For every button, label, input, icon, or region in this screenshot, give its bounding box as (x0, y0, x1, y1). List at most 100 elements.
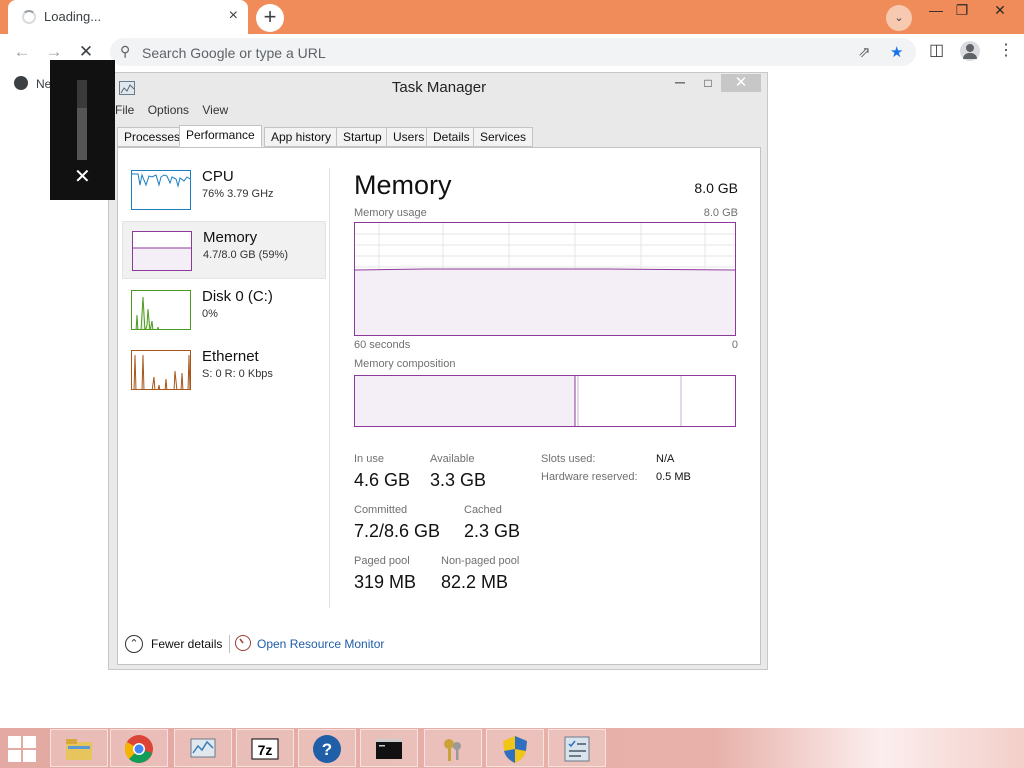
minimize-button[interactable]: ─ (669, 75, 691, 91)
resource-name: Ethernet (202, 348, 259, 365)
menu-options[interactable]: Options (148, 103, 189, 117)
taskbar-command-prompt[interactable] (360, 729, 418, 767)
cpu-mini-graph (131, 170, 191, 210)
omnibox-placeholder[interactable]: Search Google or type a URL (142, 45, 326, 61)
in-use-value: 4.6 GB (354, 470, 411, 490)
graph-time-span: 60 seconds (354, 339, 411, 351)
tab-performance[interactable]: Performance (179, 125, 262, 147)
taskbar-security[interactable] (486, 729, 544, 767)
committed-label: Committed (354, 504, 408, 516)
avatar-head (966, 44, 974, 52)
window-restore-button[interactable]: ❐ (948, 0, 976, 22)
available-label: Available (430, 453, 475, 465)
tab-search-button[interactable]: ⌄ (886, 5, 912, 31)
new-tab-button[interactable]: + (256, 4, 284, 32)
taskbar-7zip[interactable]: 7z (236, 729, 294, 767)
browser-toolbar: ← → ✕ ⚲ Search Google or type a URL ⇗ ★ (0, 34, 1024, 70)
taskbar-chrome[interactable] (110, 729, 168, 767)
disk-sparkline (135, 296, 160, 329)
resource-item-ethernet[interactable]: Ethernet S: 0 R: 0 Kbps (122, 341, 326, 399)
taskbar-help[interactable]: ? (298, 729, 356, 767)
menu-file[interactable]: File (115, 103, 134, 117)
footer-divider (229, 635, 230, 653)
browser-tab-strip: Loading... × + ⌄ — ❐ ✕ (0, 0, 1024, 34)
chevron-up-icon[interactable]: ⌃ (125, 635, 143, 653)
hardware-reserved-value: 0.5 MB (656, 471, 691, 483)
performance-panel: CPU 76% 3.79 GHz Memory 4.7/8.0 GB (59%) (117, 147, 761, 665)
cached-value: 2.3 GB (464, 521, 521, 541)
resource-item-disk[interactable]: Disk 0 (C:) 0% (122, 281, 326, 339)
window-minimize-button[interactable]: — (922, 0, 950, 22)
chrome-icon (125, 735, 153, 763)
resource-name: CPU (202, 168, 234, 185)
resource-detail: 0% (202, 308, 218, 320)
omnibox[interactable]: ⚲ Search Google or type a URL ⇗ ★ (110, 38, 916, 66)
side-panel-icon[interactable]: ◫ (929, 40, 944, 60)
close-button[interactable]: ✕ (721, 74, 761, 92)
taskbar-keys[interactable] (424, 729, 482, 767)
browser-menu-icon[interactable]: ⋮ (998, 40, 1014, 60)
back-arrow-icon[interactable]: ← (10, 40, 34, 64)
open-resource-monitor-link[interactable]: Open Resource Monitor (257, 637, 384, 651)
volume-close-icon[interactable]: ✕ (74, 164, 91, 189)
shield-icon (503, 736, 527, 763)
tab-app-history[interactable]: App history (264, 127, 339, 147)
ethernet-sparkline (133, 354, 190, 389)
share-icon[interactable]: ⇗ (858, 43, 871, 61)
svg-text:7z: 7z (258, 742, 273, 758)
resource-monitor-icon (235, 635, 251, 651)
memory-usage-label: Memory usage (354, 207, 427, 219)
bookmark-star-icon[interactable]: ★ (890, 43, 903, 61)
memory-total: 8.0 GB (694, 180, 738, 196)
resource-item-cpu[interactable]: CPU 76% 3.79 GHz (122, 161, 326, 219)
tab-details[interactable]: Details (426, 127, 477, 147)
taskbar-task-manager[interactable] (174, 729, 232, 767)
resource-detail: 4.7/8.0 GB (59%) (203, 249, 288, 261)
tab-startup[interactable]: Startup (336, 127, 389, 147)
non-paged-pool-value: 82.2 MB (441, 572, 509, 592)
profile-avatar-icon[interactable] (960, 41, 980, 61)
memory-detail-pane: Memory 8.0 GB Memory usage 8.0 GB 60 sec… (354, 148, 738, 610)
start-logo-pane (8, 750, 21, 762)
avatar-body (963, 53, 977, 59)
loading-spinner-icon (22, 10, 36, 24)
slots-used-value: N/A (656, 453, 675, 465)
tab-close-icon[interactable]: × (229, 7, 238, 25)
pane-divider (329, 168, 330, 608)
volume-overlay: ✕ (50, 60, 115, 200)
resource-item-memory[interactable]: Memory 4.7/8.0 GB (59%) (122, 221, 326, 279)
hardware-reserved-label: Hardware reserved: (541, 471, 638, 483)
start-logo-pane (23, 736, 36, 748)
tab-services[interactable]: Services (473, 127, 534, 147)
help-icon: ? (313, 735, 341, 763)
start-button[interactable] (8, 736, 38, 762)
volume-level (77, 108, 87, 160)
menu-view[interactable]: View (202, 103, 228, 117)
maximize-button[interactable]: □ (697, 77, 719, 91)
windows-taskbar: 7z ? (0, 728, 1024, 768)
tab-title: Loading... (44, 9, 102, 24)
fewer-details-button[interactable]: Fewer details (151, 637, 222, 651)
graph-time-end: 0 (731, 339, 738, 351)
in-use-label: In use (354, 453, 384, 465)
resource-detail: S: 0 R: 0 Kbps (202, 368, 273, 380)
resource-name: Memory (203, 229, 258, 246)
cpu-sparkline (132, 173, 190, 188)
resource-list: CPU 76% 3.79 GHz Memory 4.7/8.0 GB (59%) (118, 148, 328, 610)
cached-label: Cached (464, 504, 502, 516)
resource-name: Disk 0 (C:) (202, 288, 273, 305)
available-value: 3.3 GB (430, 470, 487, 490)
taskbar-file-explorer[interactable] (50, 729, 108, 767)
memory-usage-graph (354, 222, 736, 336)
window-close-button[interactable]: ✕ (986, 0, 1014, 22)
tab-processes[interactable]: Processes (117, 127, 188, 147)
tab-users[interactable]: Users (386, 127, 432, 147)
taskbar-control-panel[interactable] (548, 729, 606, 767)
memory-composition-bar (354, 375, 736, 427)
paged-pool-label: Paged pool (354, 555, 410, 567)
browser-tab[interactable]: Loading... × (8, 0, 248, 34)
folder-icon (66, 739, 92, 760)
memory-mini-graph (132, 231, 192, 271)
memory-composition-plot (355, 376, 682, 426)
menu-bar: File Options View (115, 103, 238, 123)
